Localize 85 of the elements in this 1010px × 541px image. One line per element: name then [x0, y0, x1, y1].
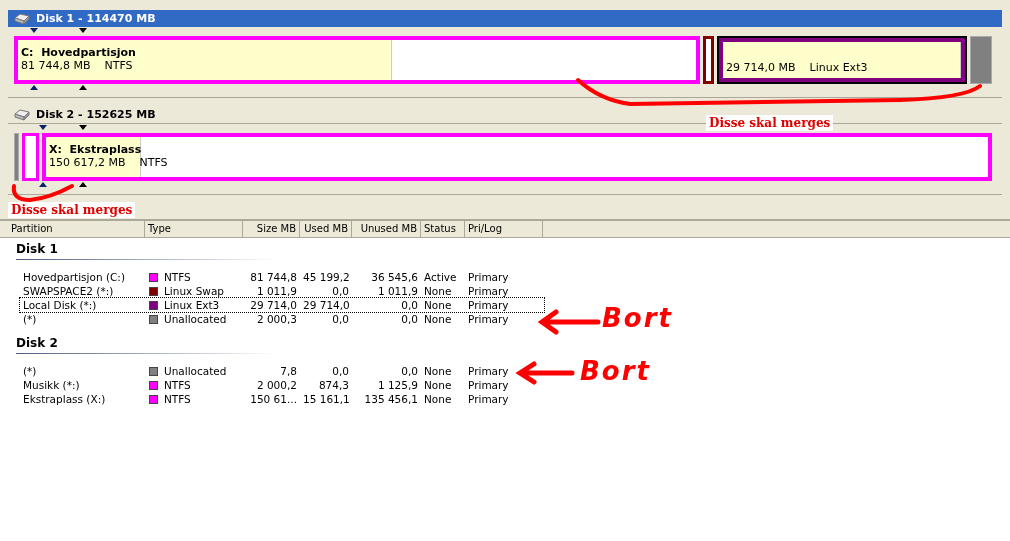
table-cell-text: SWAPSPACE2 (*:) — [22, 285, 115, 297]
partition-row[interactable]: SWAPSPACE2 (*:) Linux Swap 1 011,9 0,0 1 011,9 None Primary — [20, 284, 544, 298]
table-cell-text: None — [423, 393, 453, 405]
table-cell-text: 1 125,9 — [376, 379, 419, 391]
table-cell-text: 45 199,2 — [302, 271, 351, 283]
merge-curve-drawing — [11, 184, 74, 202]
table-cell-text: 0,0 — [331, 285, 350, 297]
partition-block[interactable] — [703, 36, 714, 84]
disk-drive-icon — [14, 12, 30, 25]
table-cell-text: 1 011,9 — [255, 285, 298, 297]
column-header[interactable]: Used MB — [300, 221, 352, 237]
table-cell-text: 0,0 — [331, 365, 350, 377]
table-cell: Unallocated — [164, 365, 227, 377]
table-cell-text: 2 000,2 — [255, 379, 298, 391]
table-cell-text: 135 456,1 — [363, 393, 419, 405]
partition-row[interactable]: Local Disk (*:) Linux Ext3 29 714,0 29 714,0 0,0 None Primary — [20, 298, 544, 312]
table-cell: NTFS — [164, 379, 191, 391]
table-cell-text: Primary — [467, 379, 510, 391]
arrow-drawing — [537, 309, 601, 335]
table-cell-text: Ekstraplass (X:) — [22, 393, 107, 405]
table-cell-text: None — [423, 379, 453, 391]
arrow-drawing — [515, 361, 575, 385]
table-cell-text: 15 161,1 — [302, 393, 351, 405]
partition-row[interactable]: Musikk (*:) NTFS 2 000,2 874,3 1 125,9 None Primary — [20, 378, 544, 392]
table-cell-text: Active — [423, 271, 458, 283]
marker-down-icon[interactable] — [79, 125, 87, 130]
marker-up-icon[interactable] — [39, 182, 47, 187]
table-cell-text: 0,0 — [400, 299, 419, 311]
partition-block[interactable]: C: Hovedpartisjon 81 744,8 MB NTFS — [14, 36, 700, 84]
table-cell-text: Musikk (*:) — [22, 379, 81, 391]
table-cell: Linux Ext3 — [164, 299, 220, 311]
partition-row[interactable]: Hovedpartisjon (C:) NTFS 81 744,8 45 199,2 36 545,6 Active Primary — [20, 270, 544, 284]
partition-label: C: Hovedpartisjon 81 744,8 MB NTFS — [21, 46, 136, 72]
table-cell-text: Primary — [467, 365, 510, 377]
column-header[interactable]: Pri/Log — [465, 221, 543, 237]
table-cell-text: (*) — [22, 313, 38, 325]
table-cell-text: 29 714,0 — [302, 299, 351, 311]
table-cell-text: Primary — [467, 393, 510, 405]
table-cell: Unallocated — [164, 313, 227, 325]
table-cell-text: (*) — [22, 365, 38, 377]
table-cell: NTFS — [164, 271, 191, 283]
partition-row[interactable]: (*) Unallocated 7,8 0,0 0,0 None Primary — [20, 364, 544, 378]
table-cell-text: 1 011,9 — [376, 285, 419, 297]
annotation-note: Disse skal merges — [8, 202, 136, 218]
table-cell-text: Local Disk (*:) — [22, 299, 98, 311]
table-cell-text: Hovedpartisjon (C:) — [22, 271, 126, 283]
disk-header[interactable]: Disk 1 - 114470 MB — [8, 10, 1002, 27]
handwritten-note: Bort — [602, 303, 673, 333]
partition-label: X: Ekstraplass 150 617,2 MB NTFS — [49, 143, 168, 169]
table-cell-text: Primary — [467, 285, 510, 297]
partition-block[interactable]: 29 714,0 MB Linux Ext3 — [717, 36, 967, 84]
column-header[interactable]: Unused MB — [352, 221, 421, 237]
table-cell-text: 874,3 — [317, 379, 350, 391]
table-cell-text: 7,8 — [279, 365, 298, 377]
table-cell-text: 2 000,3 — [255, 313, 298, 325]
table-cell-text: 0,0 — [400, 313, 419, 325]
marker-down-icon[interactable] — [39, 125, 47, 130]
table-cell-text: None — [423, 313, 453, 325]
annotation-note: Disse skal merges — [706, 115, 834, 131]
partition-label: 29 714,0 MB Linux Ext3 — [726, 60, 868, 74]
table-cell-text: 81 744,8 — [249, 271, 298, 283]
table-cell: Linux Swap — [164, 285, 224, 297]
partition-row[interactable]: (*) Unallocated 2 000,3 0,0 0,0 None Primary — [20, 312, 544, 326]
disk-title: Disk 2 - 152625 MB — [36, 108, 156, 121]
disk-title: Disk 1 - 114470 MB — [36, 12, 156, 25]
table-cell-text: 29 714,0 — [249, 299, 298, 311]
table-cell-text: 36 545,6 — [370, 271, 419, 283]
table-cell-text: None — [423, 299, 453, 311]
column-header[interactable]: Size MB — [243, 221, 300, 237]
disk-drive-icon — [14, 108, 30, 121]
table-cell-text: 150 61... — [249, 393, 298, 405]
partition-row[interactable]: Ekstraplass (X:) NTFS 150 61... 15 161,1 135 456,1 None Primary — [20, 392, 544, 406]
column-header[interactable]: Type — [145, 221, 243, 237]
column-header[interactable]: Status — [421, 221, 465, 237]
table-cell-text: None — [423, 365, 453, 377]
column-header[interactable]: Partition — [8, 221, 145, 237]
table-cell-text: 0,0 — [400, 365, 419, 377]
handwritten-note: Bort — [580, 356, 651, 386]
table-cell-text: Primary — [467, 299, 510, 311]
table-cell-text: 0,0 — [331, 313, 350, 325]
partition-block[interactable]: X: Ekstraplass 150 617,2 MB NTFS — [42, 133, 992, 181]
table-cell-text: Primary — [467, 271, 510, 283]
table-cell-text: None — [423, 285, 453, 297]
table-cell-text: Primary — [467, 313, 510, 325]
table-cell: NTFS — [164, 393, 191, 405]
